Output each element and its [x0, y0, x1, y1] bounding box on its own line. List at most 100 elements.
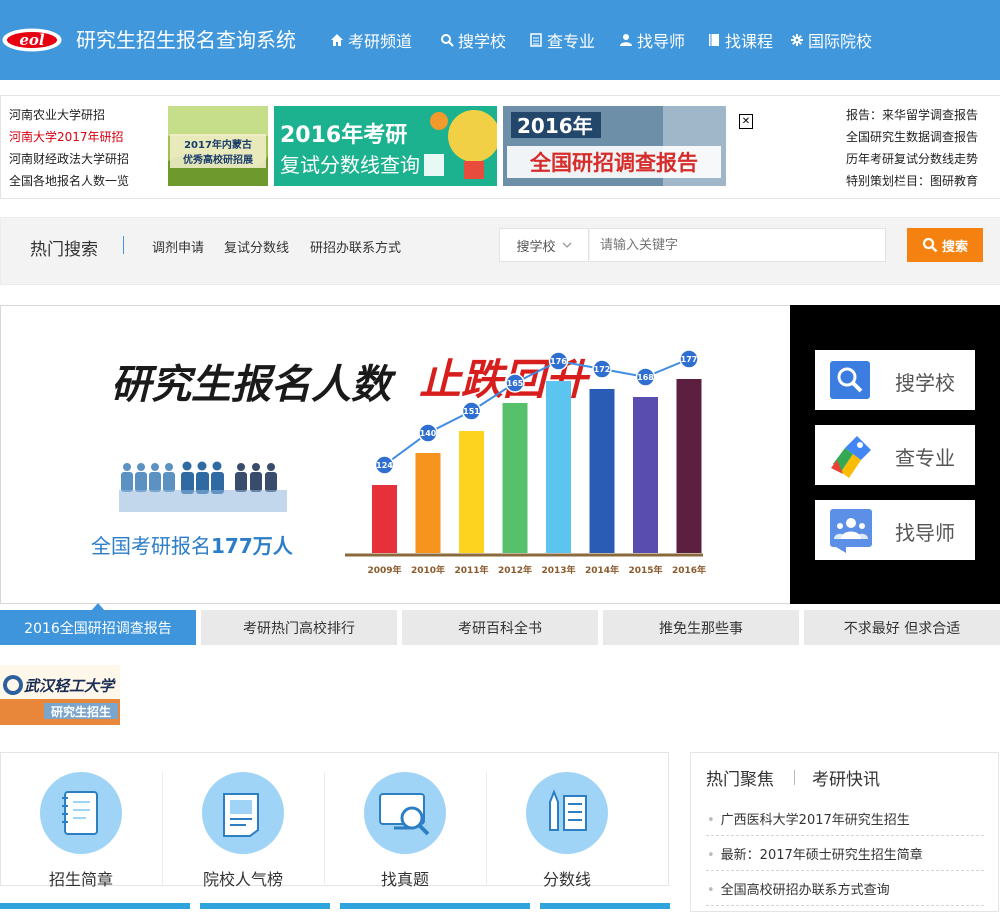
- hot-search-title: 热门搜索: [30, 240, 98, 260]
- ad-text: 2017年内蒙古: [184, 138, 252, 151]
- nav-international[interactable]: 国际院校: [790, 29, 872, 51]
- divider: [123, 236, 124, 254]
- news-item-text: 广西医科大学2017年研究生招生: [720, 813, 910, 828]
- nav-course[interactable]: 找课程: [707, 29, 773, 51]
- news-item-text: 全国高校研招办联系方式查询: [720, 883, 890, 898]
- tab-recommended[interactable]: 推免生那些事: [603, 610, 799, 645]
- news-item[interactable]: • 最新：2017年硕士研究生招生简章: [707, 844, 923, 863]
- search-type-value: 搜学校: [516, 239, 556, 255]
- tab-label: 2016全国研招调查报告: [24, 620, 172, 637]
- quick-search-school-button[interactable]: 搜学校: [815, 350, 975, 410]
- chart-x-tick-label: 2011年: [454, 564, 488, 576]
- tab-label: 推免生那些事: [659, 620, 743, 637]
- search-button[interactable]: 搜索: [907, 228, 983, 262]
- ad-text: 全国研招调查报告: [529, 151, 698, 175]
- chart-x-tick-label: 2009年: [367, 564, 401, 576]
- nav-label: 考研频道: [348, 32, 413, 51]
- bottom-strip: [0, 903, 190, 909]
- user-icon: [620, 34, 632, 46]
- ad-text: 2016年考研: [280, 122, 407, 148]
- nav-label: 搜学校: [458, 32, 507, 51]
- chart-bar: [502, 403, 528, 553]
- tab-ranking[interactable]: 考研热门高校排行: [201, 610, 397, 645]
- ad-text: 复试分数线查询: [280, 153, 420, 177]
- chart-data-label: 168: [637, 373, 654, 382]
- nav-search-school[interactable]: 搜学校: [440, 29, 506, 51]
- report-link[interactable]: 报告：来华留学调查报告: [846, 106, 978, 123]
- logo-text: eol: [19, 31, 45, 49]
- site-title: 研究生招生报名查询系统: [76, 28, 296, 52]
- quick-tutor-button[interactable]: 找导师: [815, 500, 975, 560]
- chart-bar: [589, 389, 615, 553]
- bullet: •: [707, 883, 715, 898]
- list-icon: [530, 33, 542, 47]
- chart-data-label: 124: [376, 461, 393, 470]
- service-brochure-button[interactable]: [40, 772, 122, 854]
- ad-banner-survey-report[interactable]: 2016年 全国研招调查报告: [503, 106, 726, 186]
- banner-caption: 全国考研报名177万人: [91, 534, 294, 558]
- tab-suitable[interactable]: 不求最好 但求合适: [804, 610, 1000, 645]
- banner-headline: 研究生报名人数: [111, 362, 397, 408]
- news-item[interactable]: • 全国高校研招办联系方式查询: [707, 879, 890, 898]
- ad-link[interactable]: 河南农业大学研招: [9, 106, 105, 123]
- tab-survey-report[interactable]: 2016全国研招调查报告: [0, 610, 196, 645]
- nav-label: 查专业: [547, 32, 596, 51]
- service-label[interactable]: 院校人气榜: [162, 866, 324, 890]
- service-score-line-button[interactable]: [526, 772, 608, 854]
- divider: [794, 770, 795, 785]
- university-logo[interactable]: 武汉轻工大学 研究生招生: [0, 665, 120, 725]
- chart-data-label: 172: [594, 365, 611, 374]
- magnifier-icon: [830, 361, 870, 399]
- news-item-text: 最新：2017年硕士研究生招生简章: [720, 848, 923, 863]
- divider: [706, 835, 984, 836]
- tab-label: 考研热门高校排行: [243, 620, 355, 637]
- bottom-strip: [540, 903, 670, 909]
- hot-search-link[interactable]: 复试分数线: [224, 237, 289, 256]
- ad-link[interactable]: 全国各地报名人数一览: [9, 172, 129, 189]
- tab-pointer: [91, 603, 105, 611]
- ad-banner-score-query[interactable]: 2016年考研 复试分数线查询: [274, 106, 497, 186]
- university-subtitle: 研究生招生: [51, 704, 111, 719]
- report-link[interactable]: 历年考研复试分数线走势: [846, 150, 978, 167]
- ad-close-button[interactable]: ✕: [739, 114, 753, 129]
- nav-kaoyan[interactable]: 考研频道: [330, 29, 412, 51]
- hot-search-link[interactable]: 调剂申请: [152, 237, 204, 256]
- news-tab-hot[interactable]: 热门聚焦: [706, 765, 774, 790]
- tab-encyclopedia[interactable]: 考研百科全书: [402, 610, 598, 645]
- service-label[interactable]: 找真题: [324, 866, 486, 890]
- nav-tutor[interactable]: 找导师: [619, 29, 685, 51]
- hot-search-link[interactable]: 研招办联系方式: [310, 237, 401, 256]
- ad-text: 2016年: [517, 114, 593, 138]
- ad-text: 优秀高校研招展: [183, 153, 253, 166]
- ad-link[interactable]: 河南大学2017年研招: [9, 128, 124, 145]
- document-icon: [223, 793, 259, 837]
- news-tab-flash[interactable]: 考研快讯: [812, 765, 880, 790]
- quick-button-label: 查专业: [895, 446, 955, 470]
- divider: [706, 870, 984, 871]
- search-type-select[interactable]: 搜学校: [499, 228, 589, 262]
- search-icon: [441, 34, 454, 47]
- ad-banner-neimenggu[interactable]: 2017年内蒙古 优秀高校研招展: [168, 106, 268, 186]
- service-label[interactable]: 分数线: [486, 866, 648, 890]
- report-link[interactable]: 全国研究生数据调查报告: [846, 128, 978, 145]
- nav-major[interactable]: 查专业: [529, 29, 595, 51]
- search-input[interactable]: [590, 228, 886, 262]
- quick-major-button[interactable]: 查专业: [815, 425, 975, 485]
- monitor-search-icon: [379, 793, 430, 836]
- nav-label: 找课程: [725, 32, 774, 51]
- bullet: •: [707, 813, 715, 828]
- quick-button-label: 搜学校: [895, 371, 955, 395]
- chart-data-label: 151: [463, 407, 480, 416]
- service-past-exams-button[interactable]: [364, 772, 446, 854]
- gear-icon: [791, 34, 803, 46]
- news-item[interactable]: • 广西医科大学2017年研究生招生: [707, 809, 910, 828]
- ad-link[interactable]: 河南财经政法大学研招: [9, 150, 129, 167]
- report-link[interactable]: 特别策划栏目：图研教育: [846, 172, 978, 189]
- pencil-list-icon: [549, 789, 587, 831]
- chart-x-tick-label: 2010年: [411, 564, 445, 576]
- book-icon: [709, 34, 719, 46]
- eol-logo[interactable]: eol: [2, 20, 66, 56]
- quick-button-label: 找导师: [895, 521, 955, 545]
- service-label[interactable]: 招生简章: [0, 866, 162, 890]
- service-popularity-button[interactable]: [202, 772, 284, 854]
